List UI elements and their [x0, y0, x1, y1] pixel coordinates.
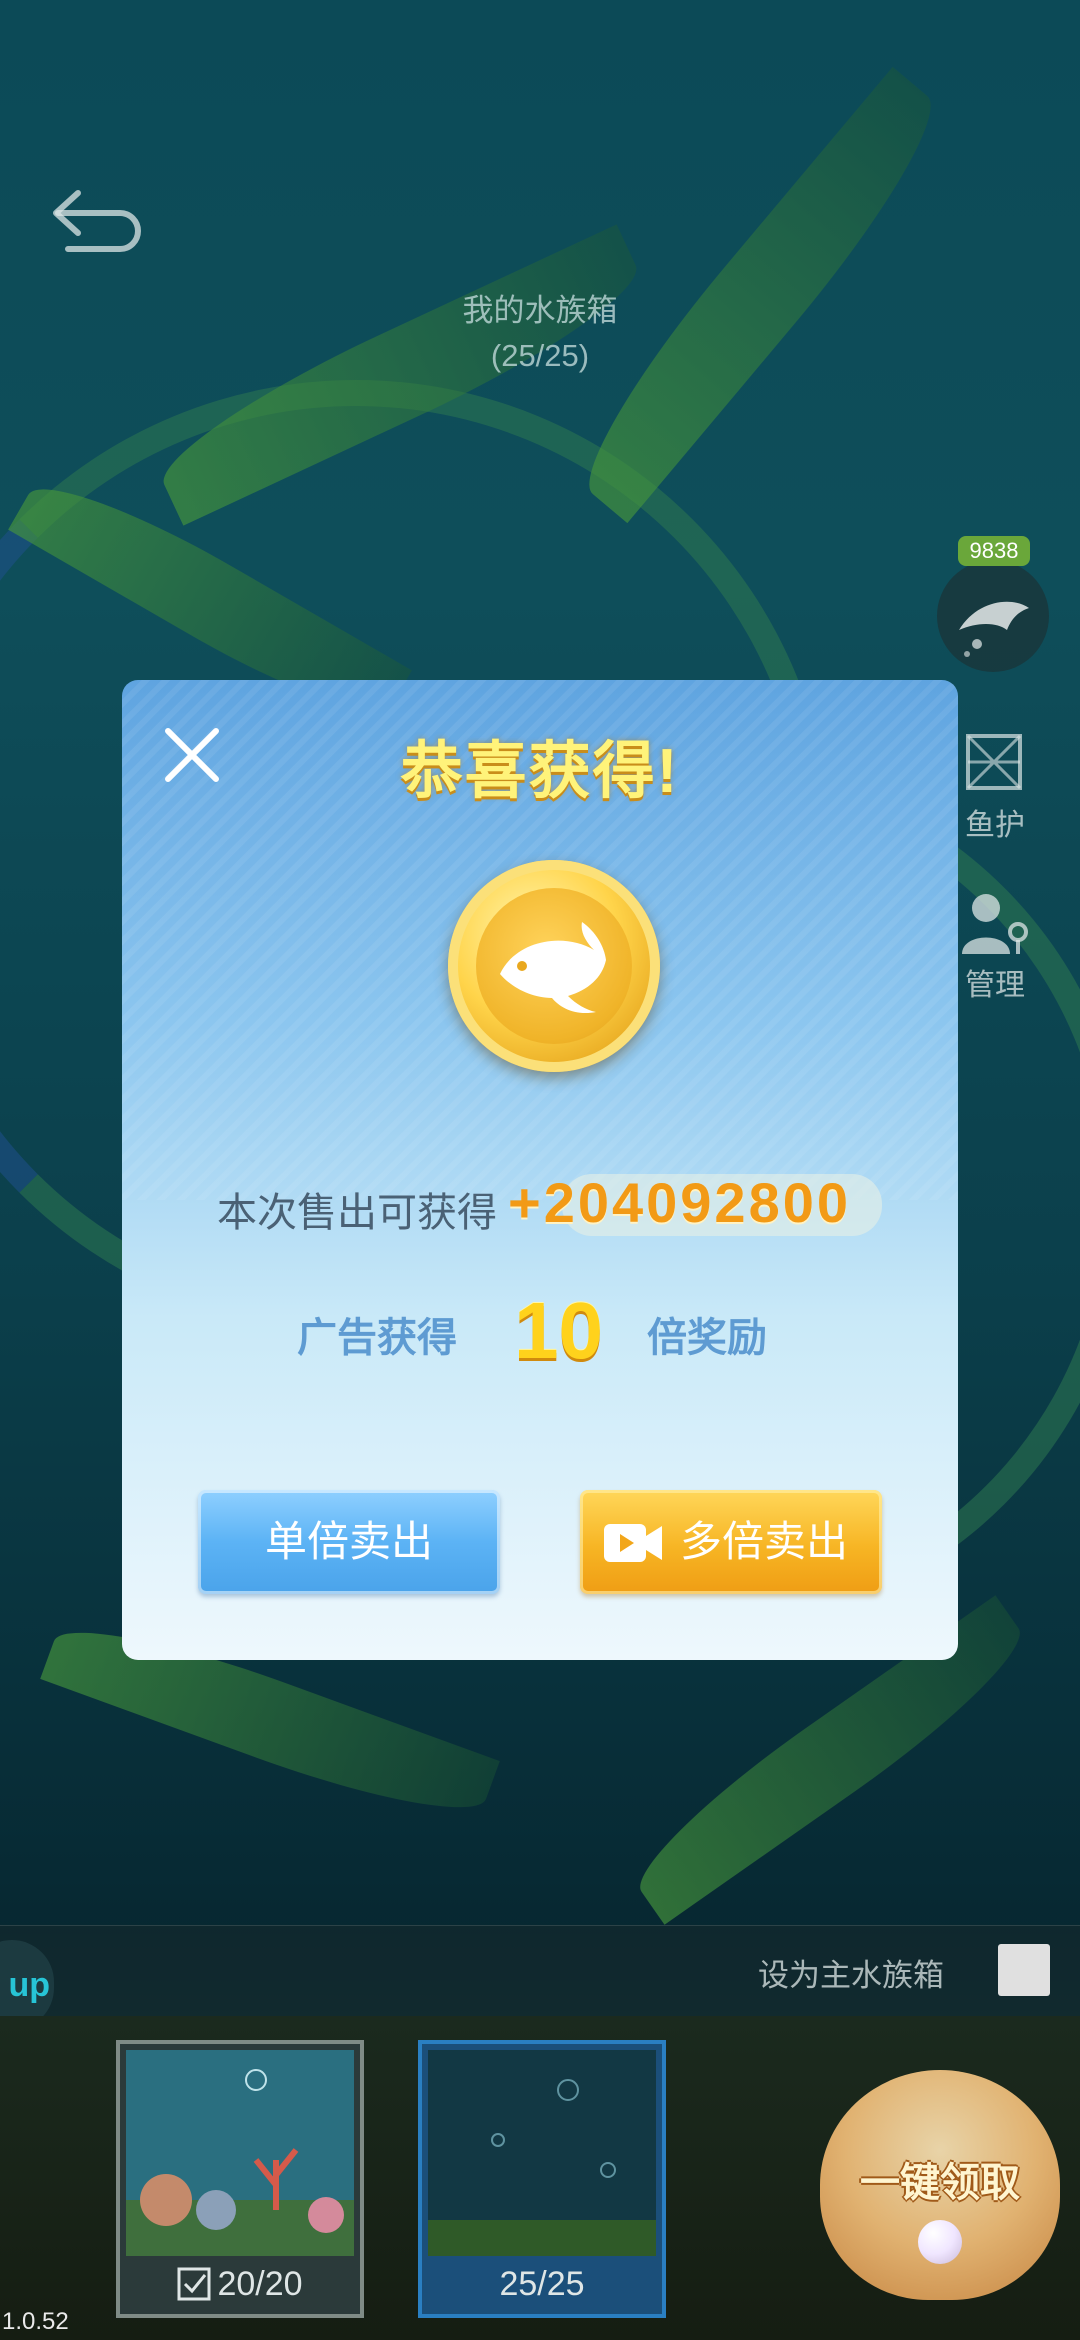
- version-label: 1.0.52: [2, 2308, 69, 2335]
- sell-amount: +204092800: [508, 1171, 852, 1234]
- set-main-tank-checkbox[interactable]: [998, 1944, 1050, 1996]
- fish-icon: [959, 601, 1029, 657]
- fish-silhouette: [500, 922, 606, 1014]
- ad-multiplier: 10: [514, 1286, 603, 1375]
- fish-button[interactable]: [937, 560, 1049, 672]
- net-icon[interactable]: [962, 730, 1026, 794]
- manage-label[interactable]: 管理: [950, 960, 1040, 1004]
- dialog-title: 恭喜获得!: [400, 737, 680, 806]
- tank-caption-text: 20/20: [217, 2265, 303, 2303]
- check-icon: [177, 2267, 211, 2301]
- tank-caption: 25/25: [499, 2265, 585, 2303]
- set-main-tank-label: 设为主水族箱: [758, 1958, 944, 1993]
- reward-dialog: 恭喜获得! 本次售出可获得 +204092800 广告获得 10 倍奖励 单倍卖…: [122, 680, 958, 1660]
- tank-caption: 20/20: [120, 2256, 360, 2312]
- tank-thumbnail: [126, 2050, 354, 2256]
- fish-count-badge: 9838: [958, 536, 1030, 566]
- tank-card[interactable]: 25/25: [418, 2040, 666, 2318]
- multi-sell-button[interactable]: 多倍卖出: [580, 1490, 882, 1594]
- tank-thumbnail: [428, 2050, 656, 2256]
- pearl-icon: [918, 2220, 962, 2264]
- multi-sell-label: 多倍卖出: [680, 1518, 849, 1565]
- tank-card[interactable]: 20/20: [116, 2040, 364, 2318]
- coin-inner: [476, 888, 632, 1044]
- ad-text-right: 倍奖励: [647, 1316, 767, 1360]
- claim-all-button[interactable]: 一键领取: [820, 2070, 1060, 2300]
- sell-label: 本次售出可获得: [217, 1191, 497, 1235]
- manage-icon[interactable]: [958, 888, 1032, 958]
- video-icon: [604, 1524, 662, 1562]
- fish-care-label[interactable]: 鱼护: [950, 800, 1040, 844]
- coin-fish-icon: [448, 860, 660, 1072]
- aquarium-screen: 我的水族箱 (25/25) 9838 鱼护 管理 恭喜获得! 本次售出可获得 +…: [0, 0, 1080, 2340]
- claim-all-label: 一键领取: [860, 2161, 1020, 2205]
- aquarium-count: (25/25): [490, 338, 590, 373]
- ad-reward-row: 广告获得 10 倍奖励: [122, 1285, 958, 1375]
- ad-text-left: 广告获得: [297, 1316, 457, 1360]
- aquarium-title: 我的水族箱: [462, 293, 618, 328]
- back-icon[interactable]: [48, 185, 143, 255]
- single-sell-button[interactable]: 单倍卖出: [198, 1490, 500, 1594]
